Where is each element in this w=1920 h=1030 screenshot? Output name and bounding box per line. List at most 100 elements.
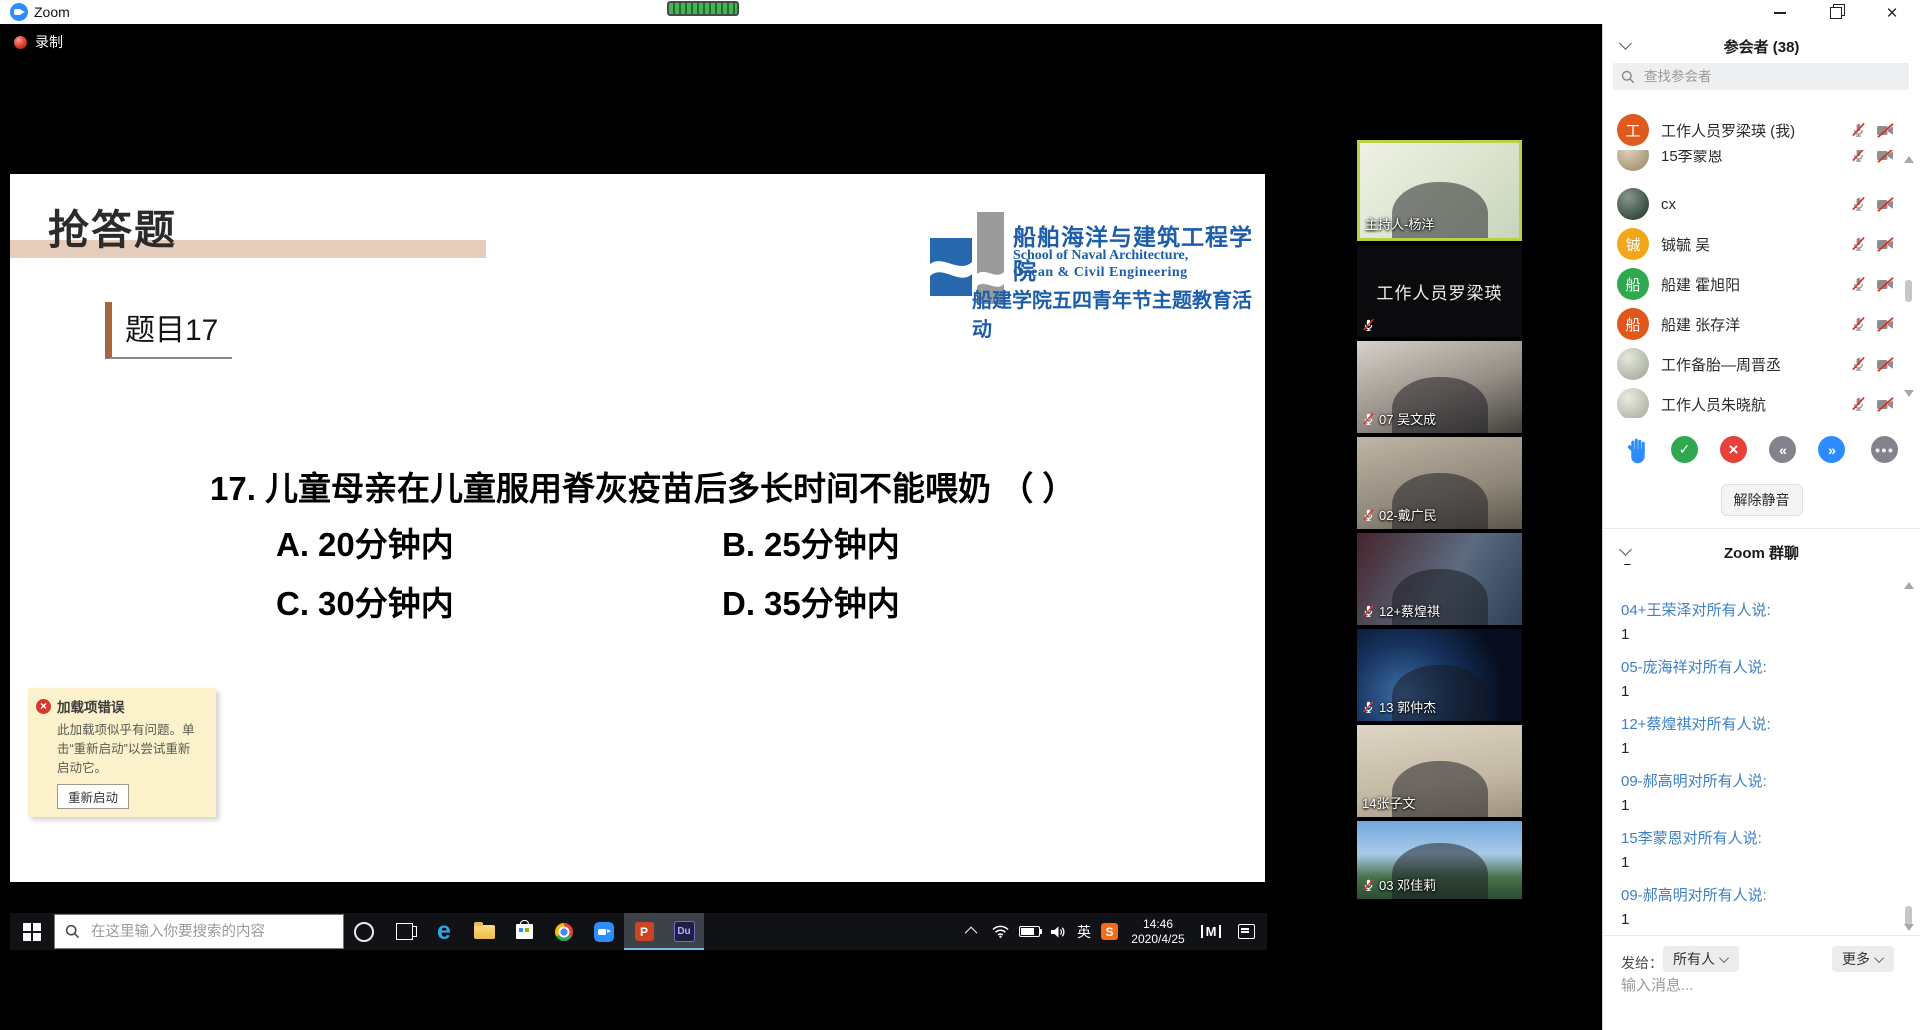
volume-tray-button[interactable] [1044, 913, 1072, 950]
send-to-dropdown[interactable]: 所有人 [1663, 946, 1739, 972]
sogou-icon: S [1101, 923, 1118, 940]
participant-search[interactable] [1613, 63, 1909, 90]
question-number-label: 题目17 [105, 302, 232, 359]
chat-message: 04+王荣泽对所有人说: 1 [1621, 598, 1891, 646]
file-explorer-button[interactable] [464, 913, 504, 950]
video-thumbnail[interactable]: 工作人员罗梁瑛 工作人员罗梁瑛 [1357, 245, 1522, 337]
raise-hand-button[interactable] [1625, 437, 1651, 464]
video-thumbnail[interactable]: 14张子文 [1357, 725, 1522, 817]
answer-option: C.30分钟内 [276, 577, 454, 625]
video-thumbnail[interactable]: 12+蔡煌祺 [1357, 533, 1522, 625]
recording-indicator: 录制 [14, 32, 63, 52]
cortana-button[interactable] [344, 913, 384, 950]
chat-message: 12+蔡煌祺对所有人说: 1 [1621, 712, 1891, 760]
participant-controls: ✓ × « » ●●● [1603, 436, 1920, 466]
battery-tray-button[interactable] [1014, 913, 1044, 950]
restore-icon [1830, 7, 1842, 19]
du-app-button[interactable]: Du [664, 913, 704, 950]
video-thumbnail[interactable]: 02-戴广民 [1357, 437, 1522, 529]
participant-name: 工作人员朱晓航 [1661, 394, 1839, 415]
participant-row[interactable]: cx [1603, 184, 1920, 224]
taskbar-search[interactable] [54, 914, 344, 949]
participant-name: 15李蒙恩 [1661, 150, 1839, 166]
du-app-icon: Du [674, 921, 695, 942]
chat-message: 09-郝高明对所有人说: 1 [1621, 769, 1891, 817]
close-button[interactable]: × [1864, 0, 1920, 26]
wifi-tray-button[interactable] [986, 913, 1014, 950]
video-off-icon [1876, 237, 1895, 252]
chat-message: 15李蒙恩对所有人说: 1 [1621, 826, 1891, 874]
taskbar-clock[interactable]: 14:46 2020/4/25 [1123, 913, 1193, 950]
video-thumbnail[interactable]: 主持人-杨洋 [1357, 140, 1522, 241]
participant-row[interactable]: 工作人员朱晓航 [1603, 384, 1920, 418]
battery-icon [1019, 926, 1040, 937]
participant-name-label: 12+蔡煌祺 [1379, 601, 1440, 620]
participant-row[interactable]: 船 船建 霍旭阳 [1603, 264, 1920, 304]
participant-row[interactable]: 工 工作人员罗梁瑛 (我) [1603, 110, 1920, 150]
participant-row[interactable]: 铖 铖毓 吴 [1603, 224, 1920, 264]
windows-taskbar: e P Du [10, 913, 1267, 950]
powerpoint-button[interactable]: P [624, 913, 664, 950]
video-thumbnail[interactable]: 13 郭仲杰 [1357, 629, 1522, 721]
chat-text: 1 [1621, 737, 1891, 760]
go-faster-button[interactable]: » [1818, 436, 1845, 463]
answer-option: B.25分钟内 [722, 518, 900, 566]
question-text: 17. 儿童母亲在儿童服用脊灰疫苗后多长时间不能喂奶 （ ） [210, 462, 1075, 510]
store-button[interactable] [504, 913, 544, 950]
slide-title: 抢答题 [48, 196, 177, 256]
participant-row[interactable]: 船 船建 张存洋 [1603, 304, 1920, 344]
chat-text: 1 [1621, 908, 1891, 931]
video-thumbnail[interactable]: 07 吴文成 [1357, 341, 1522, 433]
participant-search-input[interactable] [1642, 68, 1886, 85]
start-button[interactable] [10, 913, 54, 950]
search-icon [65, 924, 80, 939]
addin-error-title: 加载项错误 [57, 696, 125, 716]
participant-name-label: 02-戴广民 [1379, 505, 1437, 524]
chevron-down-icon [1874, 953, 1884, 963]
zoom-camera-icon [594, 922, 614, 942]
sogou-tray-button[interactable]: S [1096, 913, 1123, 950]
show-hidden-icons-button[interactable] [958, 913, 986, 950]
input-language-indicator[interactable]: 英 [1072, 913, 1096, 950]
screen-share-toolbar-indicator[interactable] [667, 1, 739, 16]
chat-scrollbar-thumb[interactable] [1905, 906, 1912, 926]
participant-name: 工作备胎—周晋丞 [1661, 354, 1839, 375]
chat-message-input[interactable] [1619, 976, 1903, 995]
restart-addin-button[interactable]: 重新启动 [57, 784, 129, 809]
participants-scroll-down[interactable] [1904, 390, 1914, 397]
cortana-icon [354, 922, 374, 942]
participants-scrollbar-thumb[interactable] [1905, 280, 1912, 302]
minimize-icon [1774, 12, 1786, 14]
folder-icon [474, 925, 495, 939]
taskbar-search-input[interactable] [89, 923, 313, 941]
chat-more-dropdown[interactable]: 更多 [1832, 946, 1894, 972]
unmute-button[interactable]: 解除静音 [1721, 484, 1803, 516]
more-reactions-button[interactable]: ●●● [1871, 436, 1898, 463]
participant-row[interactable]: 工作备胎—周晋丞 [1603, 344, 1920, 384]
chat-scroll-down[interactable] [1904, 924, 1914, 931]
m-tray-button[interactable]: M [1193, 913, 1229, 950]
action-center-button[interactable] [1229, 913, 1263, 950]
minimize-button[interactable] [1752, 0, 1808, 26]
participant-row[interactable]: 15李蒙恩 [1603, 150, 1920, 184]
participants-scroll-up[interactable] [1904, 156, 1914, 163]
edge-button[interactable]: e [424, 913, 464, 950]
avatar: 船 [1617, 308, 1649, 340]
no-button[interactable]: × [1720, 436, 1747, 463]
participant-name-label: 主持人-杨洋 [1365, 214, 1434, 233]
video-thumbnail[interactable]: 03 邓佳莉 [1357, 821, 1522, 899]
go-slower-button[interactable]: « [1769, 436, 1796, 463]
video-off-icon [1876, 357, 1895, 372]
participant-name: 船建 张存洋 [1661, 314, 1839, 335]
task-view-button[interactable] [384, 913, 424, 950]
restore-button[interactable] [1808, 0, 1864, 26]
wifi-icon [992, 925, 1009, 938]
chrome-button[interactable] [544, 913, 584, 950]
powerpoint-icon: P [635, 922, 654, 941]
avatar [1617, 348, 1649, 380]
mic-muted-icon [1362, 508, 1375, 522]
chat-scroll-up[interactable] [1904, 582, 1914, 589]
zoom-taskbar-button[interactable] [584, 913, 624, 950]
yes-button[interactable]: ✓ [1671, 436, 1698, 463]
avatar [1617, 150, 1649, 171]
